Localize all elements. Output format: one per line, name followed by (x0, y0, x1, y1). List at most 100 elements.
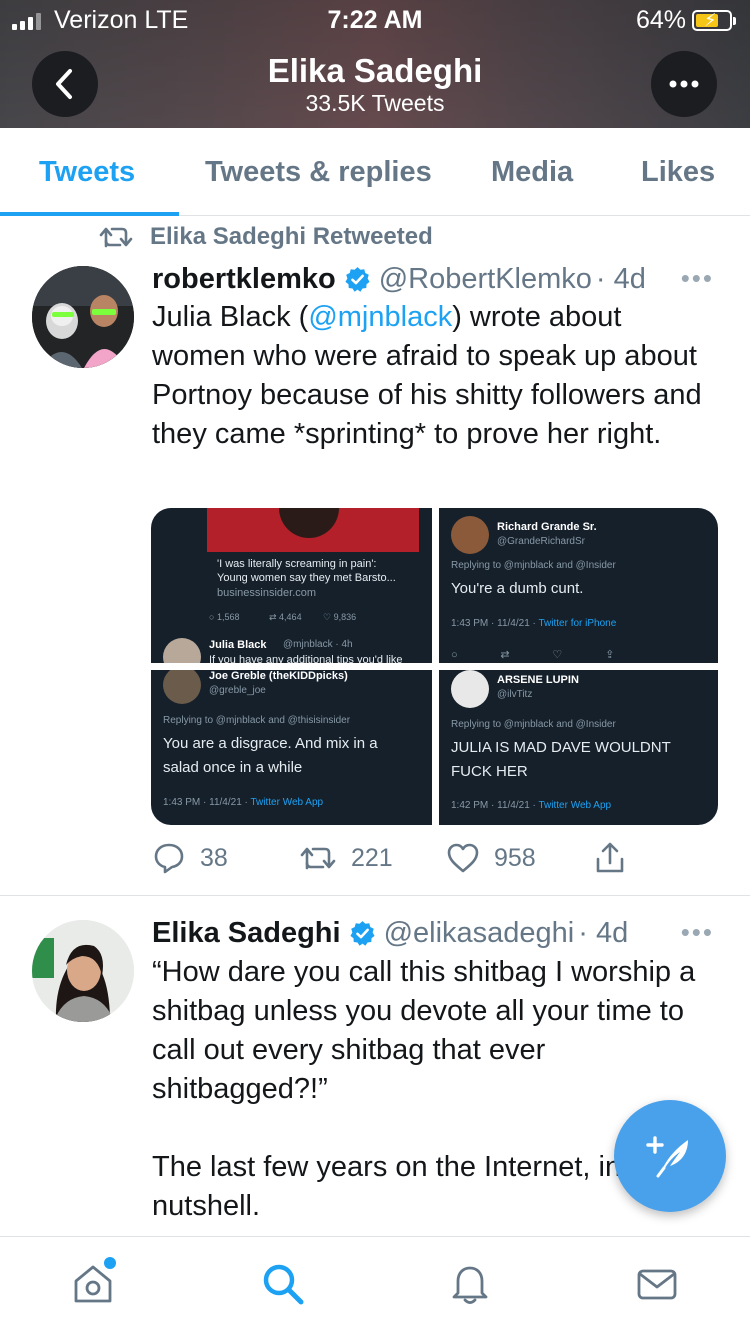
mini-retweet-count: ⇄ 4,464 (269, 612, 302, 622)
like-count: 958 (494, 843, 536, 872)
tweet-time: · 4d (578, 916, 629, 949)
mention-link[interactable]: @mjnblack (308, 301, 452, 333)
tab-tweets-and-replies[interactable]: Tweets & replies (205, 128, 432, 216)
avatar-photo (32, 266, 134, 368)
tweet-options-icon[interactable]: ••• (681, 917, 714, 948)
status-bar: Verizon LTE 7:22 AM 64% ⚡ (0, 6, 750, 36)
mini-author-name: ARSENE LUPIN (497, 674, 579, 686)
search-icon (263, 1264, 304, 1305)
mini-author-name: Joe Greble (theKIDDpicks) (209, 670, 348, 682)
article-domain: businessinsider.com (217, 587, 317, 599)
tab-media[interactable]: Media (491, 128, 573, 216)
avatar[interactable] (32, 266, 134, 368)
media-image-1[interactable]: 'I was literally screaming in pain': You… (151, 508, 432, 663)
battery-icon: ⚡ (692, 10, 736, 31)
author-name[interactable]: Elika Sadeghi (152, 917, 341, 950)
mini-replying-to: Replying to @mjnblack and @Insider (451, 719, 616, 730)
retweet-count: 221 (351, 843, 393, 872)
verified-badge-icon (349, 920, 376, 947)
mini-meta-time: 1:43 PM · 11/4/21 · (451, 618, 539, 629)
media-image-2[interactable]: Richard Grande Sr. @GrandeRichardSr Repl… (439, 508, 718, 663)
nav-messages[interactable] (632, 1259, 682, 1309)
tweet-header: Elika Sadeghi @elikasadeghi · 4d (152, 916, 628, 950)
tweet-count: 33.5K Tweets (305, 90, 445, 116)
profile-tabs: Tweets Tweets & replies Media Likes (0, 128, 750, 216)
author-name[interactable]: robertklemko (152, 263, 336, 296)
retweet-icon (300, 847, 336, 870)
mini-author-handle: @ilvTitz (497, 689, 533, 700)
like-button[interactable]: 958 (446, 838, 536, 878)
mini-action-row: ○ ⇄ ♡ ⇪ (451, 649, 615, 661)
bottom-nav (0, 1236, 750, 1334)
article-image (207, 508, 419, 552)
mini-author-handle: @GrandeRichardSr (497, 536, 585, 547)
author-handle[interactable]: @elikasadeghi (384, 917, 575, 950)
more-options-button[interactable] (651, 51, 717, 117)
compose-tweet-icon (646, 1136, 688, 1178)
retweet-context[interactable]: Elika Sadeghi Retweeted (98, 222, 433, 252)
tweet-options-icon[interactable]: ••• (681, 263, 714, 294)
mini-meta-time: 1:42 PM · 11/4/21 · (451, 800, 539, 811)
mini-author-handle: @greble_joe (209, 685, 266, 696)
active-tab-indicator (0, 212, 179, 216)
tab-tweets[interactable]: Tweets (39, 128, 135, 216)
mini-meta-client: Twitter Web App (250, 797, 324, 808)
nav-notifications[interactable] (445, 1259, 495, 1309)
author-handle[interactable]: @RobertKlemko (379, 263, 592, 296)
mini-tweet-text: You're a dumb cunt. (451, 580, 584, 597)
nav-search[interactable] (258, 1259, 308, 1309)
mini-tweet-text-2: salad once in a while (163, 759, 303, 776)
tweet-header: robertklemko @RobertKlemko · 4d (152, 262, 646, 296)
mini-tweet-text: If you have any additional tips you'd li… (209, 654, 403, 663)
mini-meta-client: Twitter Web App (538, 800, 612, 811)
reply-button[interactable]: 38 (152, 838, 228, 878)
mini-retweet-value: 4,464 (279, 612, 302, 622)
avatar[interactable] (32, 920, 134, 1022)
mini-like-value: 9,836 (333, 612, 357, 622)
tweet-text: Julia Black (@mjnblack) wrote about wome… (152, 298, 722, 454)
mini-avatar (163, 638, 201, 663)
retweet-button[interactable]: 221 (299, 838, 393, 878)
article-headline-2: Young women say they met Barsto... (217, 572, 396, 584)
retweet-icon (99, 227, 133, 248)
mini-replying-to: Replying to @mjnblack and @thisisinsider (163, 715, 351, 726)
tweet-divider (0, 895, 750, 896)
profile-header: Verizon LTE 7:22 AM 64% ⚡ Elika Sadeghi … (0, 0, 750, 128)
tweet-text-part: Julia Black ( (152, 301, 309, 333)
retweet-label: Elika Sadeghi Retweeted (150, 223, 433, 250)
mail-icon (637, 1269, 677, 1300)
battery-percentage: 64% (635, 6, 686, 34)
mini-meta: 1:42 PM · 11/4/21 · Twitter Web App (451, 800, 611, 811)
mini-tweet-text: JULIA IS MAD DAVE WOULDNT (451, 739, 671, 756)
mini-meta: 1:43 PM · 11/4/21 · Twitter for iPhone (451, 618, 616, 629)
mini-meta-time: 1:43 PM · 11/4/21 · (163, 797, 251, 808)
mini-avatar (451, 670, 489, 708)
mini-avatar (163, 670, 201, 704)
mini-meta: 1:43 PM · 11/4/21 · Twitter Web App (163, 797, 323, 808)
mini-meta-client: Twitter for iPhone (538, 618, 617, 629)
profile-name: Elika Sadeghi (267, 52, 483, 89)
mini-reply-count: ○ 1,568 (209, 612, 240, 622)
mini-tweet-text: You are a disgrace. And mix in a (163, 735, 378, 752)
mini-replying-to: Replying to @mjnblack and @Insider (451, 560, 616, 571)
compose-tweet-button[interactable] (614, 1100, 726, 1212)
mini-reply-value: 1,568 (216, 612, 240, 622)
share-button[interactable] (594, 838, 626, 878)
media-image-3[interactable]: Joe Greble (theKIDDpicks) @greble_joe Re… (151, 670, 432, 825)
verified-badge-icon (344, 266, 371, 293)
tweet-actions: 38 221 958 (152, 838, 632, 878)
heart-icon (447, 843, 479, 873)
tweet-media-grid[interactable]: 'I was literally screaming in pain': You… (151, 508, 718, 825)
mini-tweet-text-2: FUCK HER (451, 763, 528, 780)
media-image-4[interactable]: ARSENE LUPIN @ilvTitz Replying to @mjnbl… (439, 670, 718, 825)
article-headline: 'I was literally screaming in pain': (217, 558, 377, 570)
tab-likes[interactable]: Likes (641, 128, 715, 216)
mini-avatar (451, 516, 489, 554)
tweet-time: · 4d (595, 262, 646, 295)
mini-like-count: ♡ 9,836 (323, 612, 357, 622)
reply-count: 38 (200, 843, 228, 872)
ellipsis-icon (669, 80, 699, 88)
avatar-photo (32, 920, 134, 1022)
mini-author-handle: @mjnblack · 4h (283, 639, 353, 650)
mini-author-name: Julia Black (209, 639, 267, 651)
